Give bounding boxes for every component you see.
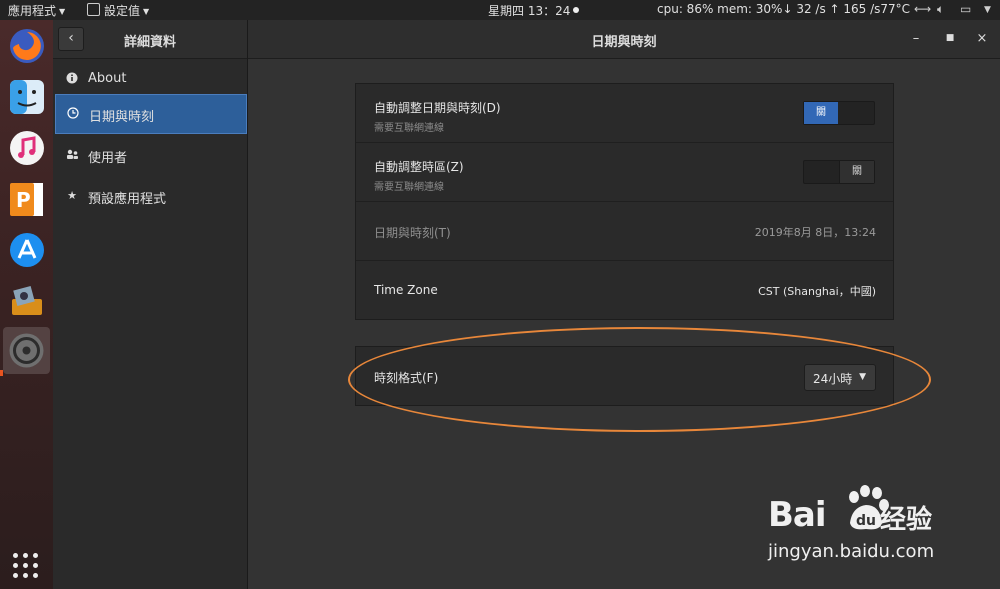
timezone-value: CST (Shanghai，中國) bbox=[758, 285, 876, 298]
switch-state: 關 bbox=[839, 161, 874, 183]
power-menu-icon[interactable]: ▼ bbox=[984, 5, 991, 15]
sidebar-item-about[interactable]: About bbox=[55, 60, 245, 98]
apps-menu[interactable]: 應用程式 ▼ bbox=[8, 2, 65, 19]
datetime-panel: 自動調整日期與時刻(D) 需要互聯網連線 關 自動調整時區(Z) 需要互聯網連線… bbox=[355, 83, 894, 320]
datetime-value: 2019年8月 8日，13:24 bbox=[754, 226, 876, 239]
users-icon bbox=[65, 148, 79, 162]
system-monitor[interactable]: cpu: 86% mem: 30%↓ 32 /s ↑ 165 /s77°C bbox=[657, 2, 910, 16]
switch-state: 關 bbox=[804, 102, 838, 124]
system-settings-icon[interactable] bbox=[3, 327, 50, 374]
auto-timezone-sub: 需要互聯網連線 bbox=[374, 182, 444, 193]
auto-datetime-sub: 需要互聯網連線 bbox=[374, 123, 444, 134]
timezone-label: Time Zone bbox=[374, 283, 438, 297]
highlight-annotation bbox=[348, 327, 931, 432]
close-icon[interactable]: × bbox=[974, 31, 990, 46]
baidu-watermark: Bai du 经验 jingyan.baidu.com bbox=[768, 485, 958, 565]
volume-icon[interactable]: 🔈︎ bbox=[937, 2, 944, 17]
clock-icon bbox=[66, 107, 80, 121]
datetime-label: 日期與時刻(T) bbox=[374, 226, 451, 240]
network-icon[interactable]: ⟷ bbox=[914, 2, 931, 16]
sidebar-item-label: 預設應用程式 bbox=[88, 192, 167, 207]
sidebar-item-users[interactable]: 使用者 bbox=[55, 136, 245, 174]
minimize-icon[interactable]: – bbox=[908, 31, 924, 46]
dock: P bbox=[0, 20, 53, 589]
show-applications-icon[interactable] bbox=[13, 553, 39, 579]
watermark-url: jingyan.baidu.com bbox=[768, 541, 935, 562]
clock[interactable]: 星期四 13：24 bbox=[488, 2, 580, 19]
sidebar-title: 詳細資料 bbox=[123, 35, 176, 50]
watermark-brand: Bai bbox=[768, 495, 827, 535]
svg-text:P: P bbox=[16, 188, 31, 212]
page-title: 日期與時刻 bbox=[591, 35, 657, 50]
auto-timezone-row: 自動調整時區(Z) 需要互聯網連線 關 bbox=[356, 143, 893, 202]
music-icon[interactable] bbox=[7, 128, 47, 168]
maximize-icon[interactable]: ■ bbox=[942, 33, 958, 43]
settings-menu[interactable]: 設定值 ▼ bbox=[87, 2, 149, 19]
finder-icon[interactable] bbox=[7, 77, 47, 117]
app-store-icon[interactable] bbox=[7, 230, 47, 270]
presentation-icon[interactable]: P bbox=[7, 179, 47, 219]
sidebar: ‹ 詳細資料 About 日期與時刻 使用者 ★ 預設應用程式 bbox=[53, 20, 248, 589]
main-header: 日期與時刻 – ■ × bbox=[248, 20, 1000, 59]
paw-text: du bbox=[856, 513, 876, 529]
firefox-icon[interactable] bbox=[7, 26, 47, 66]
sidebar-item-label: 日期與時刻 bbox=[89, 110, 155, 125]
auto-datetime-switch[interactable]: 關 bbox=[803, 101, 875, 125]
sidebar-item-label: 使用者 bbox=[88, 151, 128, 166]
star-icon: ★ bbox=[67, 189, 77, 202]
timezone-row[interactable]: Time Zone CST (Shanghai，中國) bbox=[356, 261, 893, 319]
battery-icon[interactable]: ▭ bbox=[960, 2, 971, 16]
auto-datetime-label: 自動調整日期與時刻(D) bbox=[374, 101, 501, 115]
datetime-row[interactable]: 日期與時刻(T) 2019年8月 8日，13:24 bbox=[356, 202, 893, 261]
sidebar-item-default-apps[interactable]: ★ 預設應用程式 bbox=[55, 177, 245, 215]
watermark-suffix: 经验 bbox=[880, 505, 933, 535]
sidebar-item-label: About bbox=[88, 71, 127, 86]
disk-utility-icon[interactable] bbox=[7, 281, 47, 321]
sidebar-item-datetime[interactable]: 日期與時刻 bbox=[55, 94, 247, 134]
info-icon bbox=[65, 72, 79, 86]
sidebar-header: ‹ 詳細資料 bbox=[53, 20, 247, 59]
auto-timezone-switch[interactable]: 關 bbox=[803, 160, 875, 184]
active-app-marker bbox=[0, 370, 3, 376]
auto-datetime-row: 自動調整日期與時刻(D) 需要互聯網連線 關 bbox=[356, 84, 893, 143]
auto-timezone-label: 自動調整時區(Z) bbox=[374, 160, 464, 174]
notification-dot bbox=[573, 7, 580, 13]
top-bar: 應用程式 ▼ 設定值 ▼ 星期四 13：24 cpu: 86% mem: 30%↓ … bbox=[0, 0, 1000, 20]
settings-app-icon bbox=[87, 3, 100, 16]
